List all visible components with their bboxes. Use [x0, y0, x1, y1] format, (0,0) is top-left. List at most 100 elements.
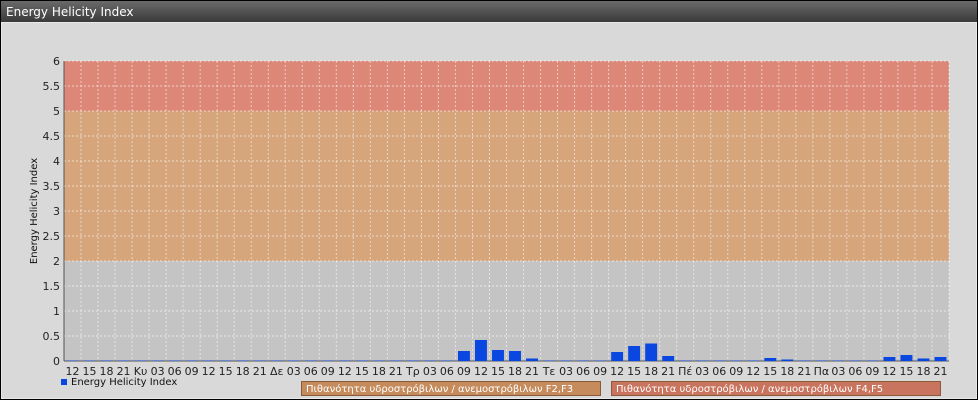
bar	[151, 360, 164, 361]
plot-area: 0 0.5 1 1.5 2 2.5 3 3.5 4 4.5 5 5.5 6 12 15 18 21 Κυ 03 06 0…	[2, 23, 976, 398]
bar	[662, 356, 675, 361]
legend-label: Energy Helicity Index	[71, 377, 178, 388]
chart-window: Energy Helicity Index 0 0.5 1 1.5 2 2.5 3 3.5 4 4…	[0, 0, 978, 400]
y-tick-label: 5.5	[43, 80, 61, 93]
bar	[594, 360, 607, 361]
bar	[509, 351, 521, 361]
x-tick-label: 18	[780, 365, 794, 378]
bar	[679, 360, 692, 361]
bar	[866, 360, 879, 361]
x-tick-label: 09	[593, 365, 607, 378]
x-tick-label: 21	[253, 365, 267, 378]
y-tick-label: 2	[53, 255, 60, 268]
x-tick-label: 03	[695, 365, 709, 378]
bar	[628, 346, 641, 361]
bar	[321, 360, 334, 361]
x-tick-label: 09	[457, 365, 471, 378]
bar	[66, 360, 79, 361]
x-tick-label: 09	[321, 365, 335, 378]
x-tick-label: 21	[389, 365, 403, 378]
x-tick-label: 06	[440, 365, 454, 378]
x-tick-label: Δε	[270, 365, 284, 378]
x-tick-label: 06	[576, 365, 590, 378]
bar	[440, 360, 453, 361]
x-tick-label: 18	[916, 365, 930, 378]
bar	[475, 340, 487, 361]
x-tick-label: 12	[882, 365, 896, 378]
bar	[883, 357, 896, 361]
x-tick-label: 15	[899, 365, 913, 378]
y-tick-label: 4.5	[43, 130, 61, 143]
y-tick-label: 0.5	[43, 330, 61, 343]
bar	[900, 355, 913, 361]
bar	[287, 360, 300, 361]
x-tick-label: 21	[661, 365, 675, 378]
bar	[934, 357, 947, 361]
bar	[849, 360, 862, 361]
bar	[747, 360, 760, 361]
bar	[338, 360, 351, 361]
bar	[577, 360, 590, 361]
bar	[815, 360, 828, 361]
bar	[253, 360, 266, 361]
y-tick-label: 5	[53, 105, 60, 118]
x-tick-label: Πέ	[678, 365, 692, 378]
band-label-f4f5[interactable]: Πιθανότητα υδροστρόβιλων / ανεμοστρόβιλω…	[611, 381, 941, 396]
bar	[526, 358, 538, 361]
y-tick-label: 4	[53, 155, 60, 168]
bar	[83, 360, 96, 361]
y-tick-label: 3.5	[43, 180, 61, 193]
bar	[117, 360, 130, 361]
bar	[781, 359, 794, 361]
x-tick-label: 21	[797, 365, 811, 378]
y-tick-label: 1.5	[43, 280, 61, 293]
bar	[219, 360, 232, 361]
bar	[917, 358, 930, 361]
bar	[270, 360, 283, 361]
y-tick-label: 6	[53, 55, 60, 68]
bar	[304, 360, 317, 361]
legend-swatch	[61, 379, 67, 385]
bar	[764, 358, 777, 361]
bar	[543, 360, 556, 361]
x-tick-label: 12	[610, 365, 624, 378]
window-title: Energy Helicity Index	[1, 1, 977, 22]
x-tick-label: 15	[219, 365, 233, 378]
x-tick-label: 06	[712, 365, 726, 378]
x-tick-label: 18	[644, 365, 658, 378]
x-tick-label: 06	[304, 365, 318, 378]
x-tick-label: 12	[746, 365, 760, 378]
x-tick-label: 12	[338, 365, 352, 378]
x-tick-label: 03	[423, 365, 437, 378]
x-tick-label: 12	[474, 365, 488, 378]
x-tick-label: 09	[729, 365, 743, 378]
x-tick-label: Τρ	[405, 365, 420, 378]
x-tick-label: 03	[287, 365, 301, 378]
x-tick-label: 15	[763, 365, 777, 378]
x-tick-label: Πα	[814, 365, 830, 378]
bar	[730, 360, 743, 361]
bar	[372, 360, 385, 361]
x-tick-label: 18	[508, 365, 522, 378]
bar	[389, 360, 402, 361]
x-tick-label: 09	[865, 365, 879, 378]
x-tick-label: 12	[202, 365, 216, 378]
x-tick-label: 18	[372, 365, 386, 378]
x-tick-label: 09	[185, 365, 199, 378]
bar	[492, 350, 504, 361]
legend: Energy Helicity Index	[61, 377, 177, 388]
band-label-f2f3[interactable]: Πιθανότητα υδροστρόβιλων / ανεμοστρόβιλω…	[301, 381, 601, 396]
bar	[134, 360, 147, 361]
x-tick-label: 15	[627, 365, 641, 378]
y-tick-label: 0	[53, 355, 60, 368]
x-tick-label: 03	[559, 365, 573, 378]
y-axis-label: Energy Helicity Index	[29, 158, 40, 264]
x-tick-label: 15	[355, 365, 369, 378]
bar	[355, 360, 368, 361]
bar	[168, 360, 181, 361]
bar	[611, 352, 624, 361]
bar	[713, 360, 726, 361]
bar	[696, 360, 709, 361]
bar	[100, 360, 113, 361]
x-tick-label: 15	[491, 365, 505, 378]
